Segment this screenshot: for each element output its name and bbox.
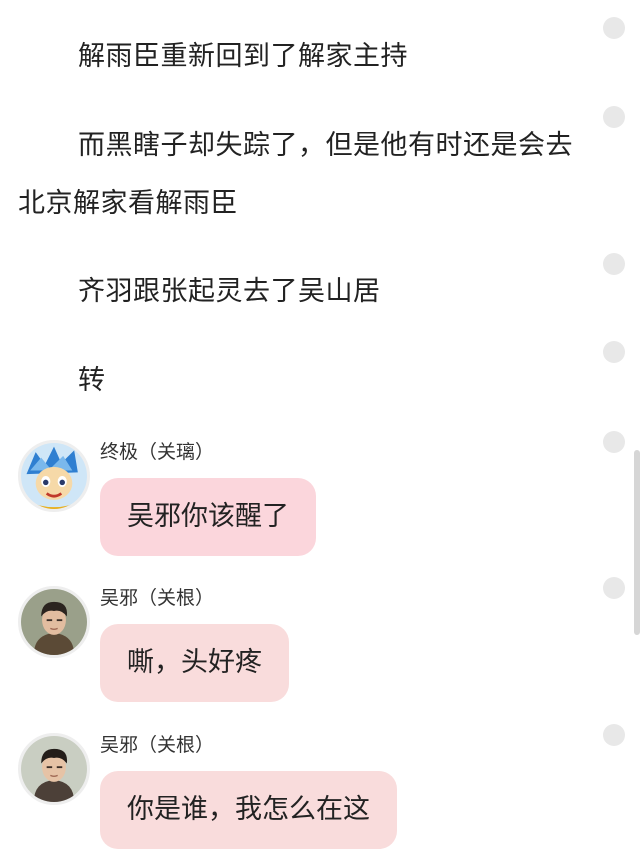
male-portrait-avatar[interactable] [18, 586, 90, 658]
scrollbar[interactable] [634, 450, 640, 635]
comment-dot-icon[interactable] [603, 724, 625, 746]
comment-dot-icon[interactable] [603, 431, 625, 453]
comment-dot-icon[interactable] [603, 341, 625, 363]
comment-dot-icon[interactable] [603, 253, 625, 275]
comment-dot-icon[interactable] [603, 17, 625, 39]
message-bubble[interactable]: 吴邪你该醒了 [100, 478, 316, 556]
message-bubble[interactable]: 你是谁，我怎么在这 [100, 771, 397, 849]
sender-name: 终极（关璃） [100, 441, 215, 463]
male-portrait-avatar[interactable] [18, 733, 90, 805]
sender-name: 吴邪（关根） [100, 734, 215, 756]
comment-dot-icon[interactable] [603, 577, 625, 599]
story-paragraph: 解雨臣重新回到了解家主持 [78, 41, 408, 72]
comment-dot-icon[interactable] [603, 106, 625, 128]
sender-name: 吴邪（关根） [100, 587, 215, 609]
anime-character-avatar[interactable] [18, 440, 90, 512]
story-paragraph: 转 [78, 365, 106, 396]
message-bubble[interactable]: 嘶，头好疼 [100, 624, 289, 702]
story-paragraph: 而黑瞎子却失踪了，但是他有时还是会去北京解家看解雨臣 [18, 130, 573, 219]
story-paragraph: 齐羽跟张起灵去了吴山居 [78, 276, 381, 307]
